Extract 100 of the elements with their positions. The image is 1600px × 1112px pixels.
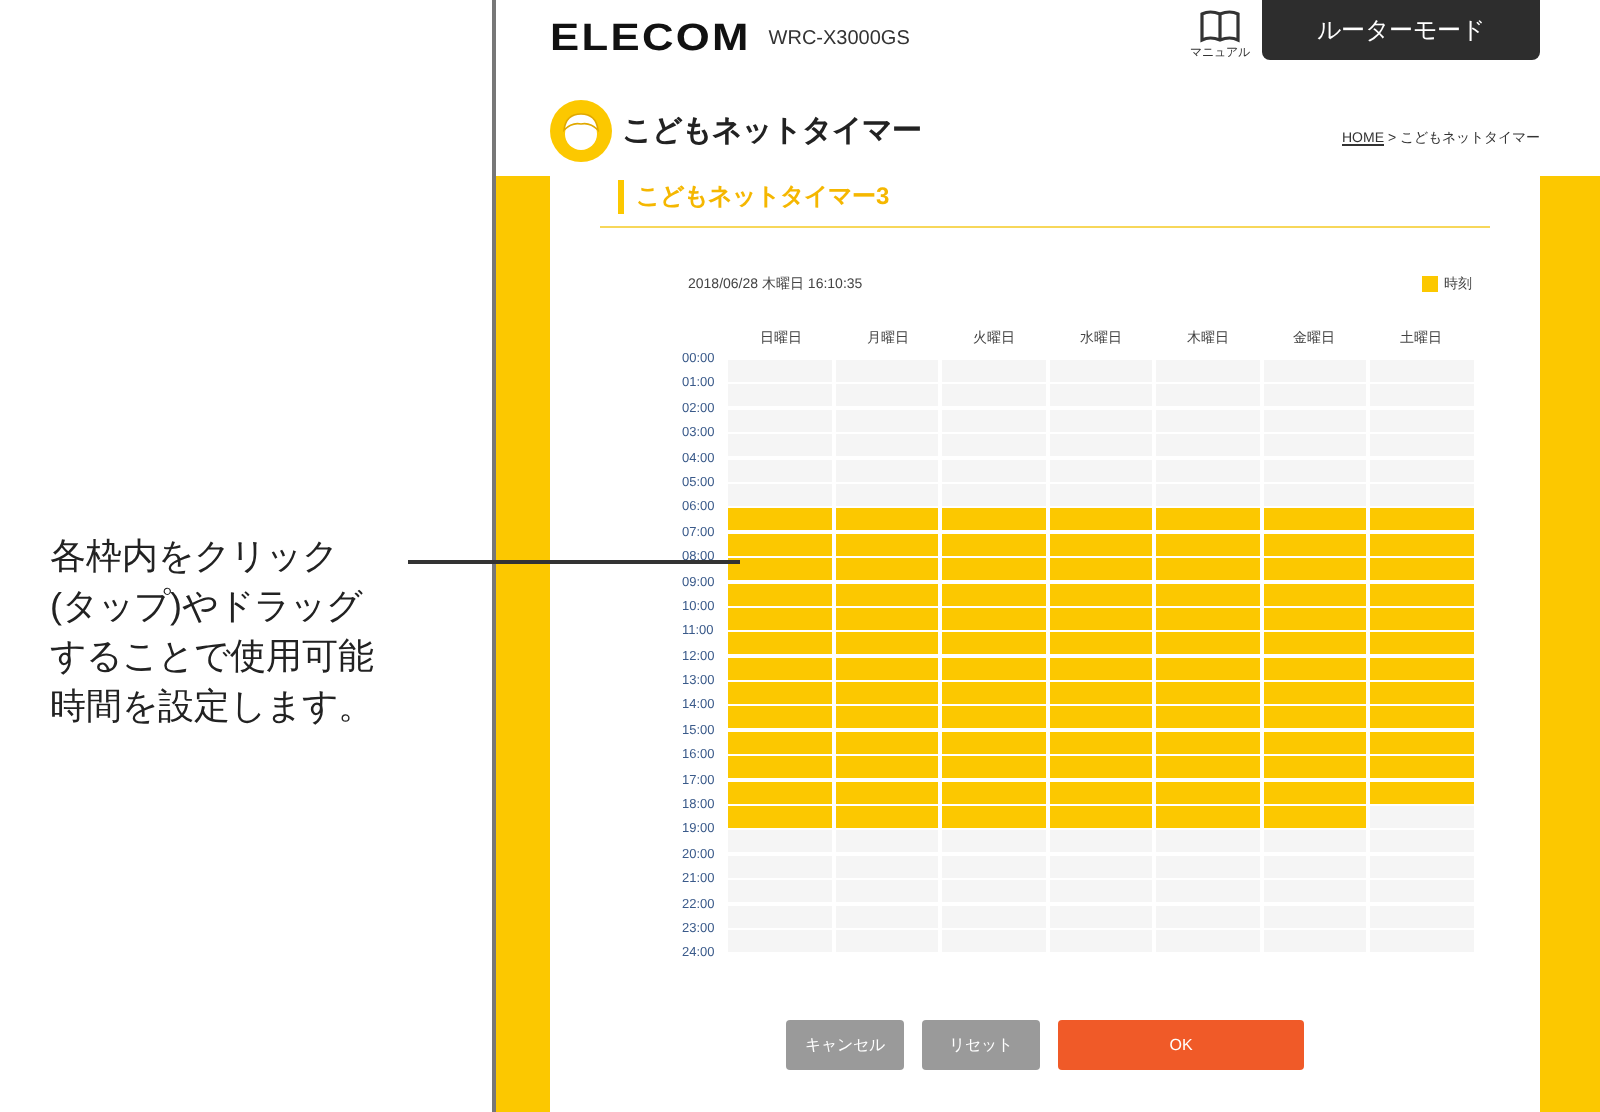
time-slot[interactable] <box>835 706 939 729</box>
time-slot[interactable] <box>1156 731 1260 754</box>
time-slot[interactable] <box>942 682 1046 705</box>
time-slot[interactable] <box>835 806 939 829</box>
time-slot[interactable] <box>835 607 939 630</box>
time-slot[interactable] <box>1156 806 1260 829</box>
time-slot[interactable] <box>1263 682 1367 705</box>
time-slot[interactable] <box>1263 756 1367 779</box>
time-slot[interactable] <box>1263 483 1367 506</box>
time-slot[interactable] <box>1263 706 1367 729</box>
time-slot[interactable] <box>1370 806 1475 829</box>
time-slot[interactable] <box>728 657 832 680</box>
time-slot[interactable] <box>728 632 832 655</box>
time-slot[interactable] <box>1263 657 1367 680</box>
time-slot[interactable] <box>942 632 1046 655</box>
time-slot[interactable] <box>728 508 832 531</box>
time-slot[interactable] <box>1263 558 1367 581</box>
time-slot[interactable] <box>1263 508 1367 531</box>
time-slot[interactable] <box>1049 731 1153 754</box>
time-slot[interactable] <box>728 607 832 630</box>
time-slot[interactable] <box>728 731 832 754</box>
time-slot[interactable] <box>1156 830 1260 853</box>
time-slot[interactable] <box>1156 583 1260 606</box>
time-slot[interactable] <box>728 583 832 606</box>
time-slot[interactable] <box>1049 756 1153 779</box>
time-slot[interactable] <box>942 533 1046 556</box>
time-slot[interactable] <box>835 756 939 779</box>
time-slot[interactable] <box>835 533 939 556</box>
time-slot[interactable] <box>835 781 939 804</box>
time-slot[interactable] <box>1156 483 1260 506</box>
time-slot[interactable] <box>728 806 832 829</box>
time-slot[interactable] <box>1156 781 1260 804</box>
time-slot[interactable] <box>1263 632 1367 655</box>
time-slot[interactable] <box>1156 533 1260 556</box>
time-slot[interactable] <box>942 483 1046 506</box>
time-slot[interactable] <box>1370 781 1475 804</box>
time-slot[interactable] <box>728 483 832 506</box>
time-slot[interactable] <box>1263 607 1367 630</box>
time-slot[interactable] <box>1049 806 1153 829</box>
time-slot[interactable] <box>1156 756 1260 779</box>
time-slot[interactable] <box>1049 558 1153 581</box>
time-slot[interactable] <box>1370 558 1475 581</box>
time-slot[interactable] <box>1263 830 1367 853</box>
time-slot[interactable] <box>835 830 939 853</box>
time-slot[interactable] <box>728 558 832 581</box>
time-slot[interactable] <box>835 731 939 754</box>
time-slot[interactable] <box>728 533 832 556</box>
time-slot[interactable] <box>942 657 1046 680</box>
time-slot[interactable] <box>1049 483 1153 506</box>
time-slot[interactable] <box>1263 533 1367 556</box>
time-slot[interactable] <box>1263 731 1367 754</box>
time-slot[interactable] <box>1370 583 1475 606</box>
time-slot[interactable] <box>1370 657 1475 680</box>
time-slot[interactable] <box>942 558 1046 581</box>
time-slot[interactable] <box>728 706 832 729</box>
time-slot[interactable] <box>728 756 832 779</box>
time-slot[interactable] <box>1370 632 1475 655</box>
time-slot[interactable] <box>835 508 939 531</box>
time-slot[interactable] <box>1049 607 1153 630</box>
time-slot[interactable] <box>1370 731 1475 754</box>
time-slot[interactable] <box>942 781 1046 804</box>
time-slot[interactable] <box>1370 682 1475 705</box>
time-slot[interactable] <box>1049 632 1153 655</box>
time-slot[interactable] <box>1156 558 1260 581</box>
time-slot[interactable] <box>1370 508 1475 531</box>
time-slot[interactable] <box>835 682 939 705</box>
time-slot[interactable] <box>1049 706 1153 729</box>
time-slot[interactable] <box>1156 657 1260 680</box>
time-slot[interactable] <box>1370 533 1475 556</box>
time-slot[interactable] <box>942 756 1046 779</box>
time-slot[interactable] <box>1049 533 1153 556</box>
time-slot[interactable] <box>1263 806 1367 829</box>
time-slot[interactable] <box>1156 632 1260 655</box>
time-slot[interactable] <box>1049 781 1153 804</box>
router-mode-button[interactable]: ルーターモード <box>1262 0 1540 60</box>
time-slot[interactable] <box>1156 508 1260 531</box>
time-slot[interactable] <box>835 558 939 581</box>
time-slot[interactable] <box>942 607 1046 630</box>
time-slot[interactable] <box>835 657 939 680</box>
time-slot[interactable] <box>728 682 832 705</box>
time-slot[interactable] <box>728 781 832 804</box>
time-slot[interactable] <box>1049 682 1153 705</box>
time-slot[interactable] <box>728 830 832 853</box>
time-slot[interactable] <box>1370 756 1475 779</box>
time-slot[interactable] <box>1156 706 1260 729</box>
time-slot[interactable] <box>1370 607 1475 630</box>
time-slot[interactable] <box>835 483 939 506</box>
time-slot[interactable] <box>1263 583 1367 606</box>
time-slot[interactable] <box>1049 508 1153 531</box>
time-slot[interactable] <box>942 706 1046 729</box>
time-slot[interactable] <box>1370 483 1475 506</box>
time-slot[interactable] <box>1156 682 1260 705</box>
time-slot[interactable] <box>942 508 1046 531</box>
time-slot[interactable] <box>835 583 939 606</box>
time-slot[interactable] <box>1049 657 1153 680</box>
time-slot[interactable] <box>942 806 1046 829</box>
time-slot[interactable] <box>1370 706 1475 729</box>
time-slot[interactable] <box>1049 830 1153 853</box>
time-slot[interactable] <box>942 731 1046 754</box>
time-slot[interactable] <box>1156 607 1260 630</box>
